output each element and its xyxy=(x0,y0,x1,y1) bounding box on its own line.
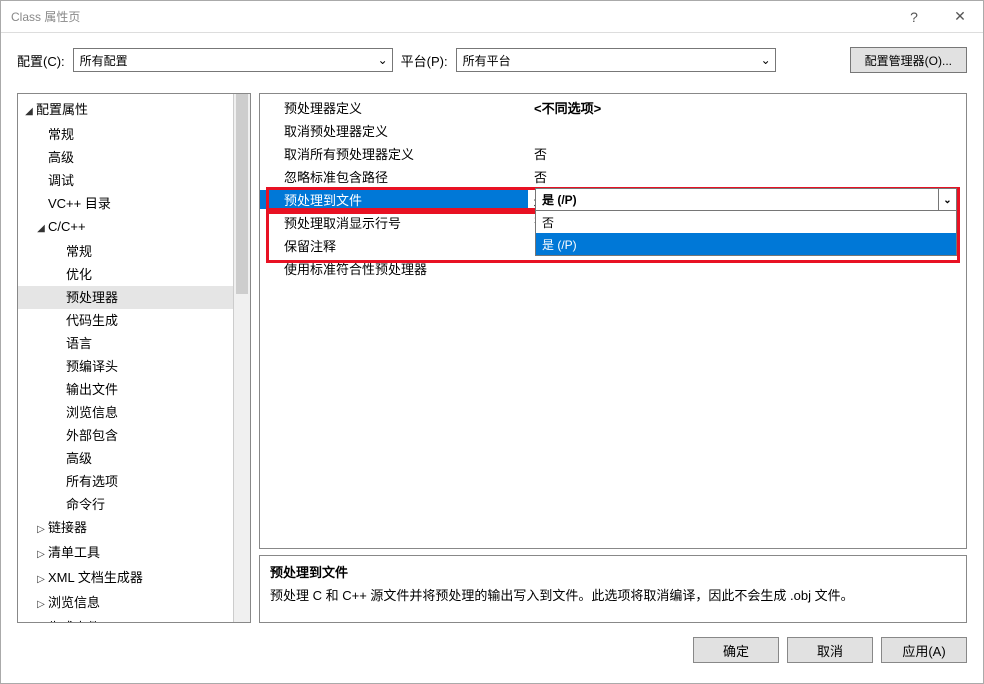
tree-node-linker[interactable]: ▷链接器 xyxy=(18,516,233,541)
prop-row-std-preprocessor[interactable]: 使用标准符合性预处理器 xyxy=(260,257,966,280)
scrollbar-thumb[interactable] xyxy=(236,94,248,294)
prop-row-undef[interactable]: 取消预处理器定义 xyxy=(260,119,966,142)
titlebar: Class 属性页 ? ✕ xyxy=(1,1,983,33)
tree-node-cc-ext[interactable]: 外部包含 xyxy=(18,424,233,447)
config-value: 所有配置 xyxy=(80,52,128,69)
chevron-down-icon: ⌄ xyxy=(378,53,388,67)
tree-node-general[interactable]: 常规 xyxy=(18,123,233,146)
caret-right-icon: ▷ xyxy=(34,593,48,616)
dropdown-selected[interactable]: 是 (/P) ⌄ xyxy=(536,189,956,211)
property-grid: 预处理器定义 <不同选项> 取消预处理器定义 取消所有预处理器定义 否 忽略标准… xyxy=(259,93,967,549)
tree-node-cc-out[interactable]: 输出文件 xyxy=(18,378,233,401)
chevron-down-icon[interactable]: ⌄ xyxy=(938,189,956,211)
tree-node-manifest[interactable]: ▷清单工具 xyxy=(18,541,233,566)
tree-node-cc-cmd[interactable]: 命令行 xyxy=(18,493,233,516)
caret-down-icon: ◢ xyxy=(34,217,48,240)
tree-node-advanced[interactable]: 高级 xyxy=(18,146,233,169)
tree: ◢配置属性 常规 高级 调试 VC++ 目录 ◢C/C++ 常规 优化 预处理器… xyxy=(18,94,233,622)
description-panel: 预处理到文件 预处理 C 和 C++ 源文件并将预处理的输出写入到文件。此选项将… xyxy=(259,555,967,623)
prop-row-undef-all[interactable]: 取消所有预处理器定义 否 xyxy=(260,142,966,165)
tree-node-browse[interactable]: ▷浏览信息 xyxy=(18,591,233,616)
caret-right-icon: ▷ xyxy=(34,618,48,622)
main-area: ◢配置属性 常规 高级 调试 VC++ 目录 ◢C/C++ 常规 优化 预处理器… xyxy=(17,93,967,623)
tree-node-cc-adv[interactable]: 高级 xyxy=(18,447,233,470)
right-panel: 预处理器定义 <不同选项> 取消预处理器定义 取消所有预处理器定义 否 忽略标准… xyxy=(259,93,967,623)
prop-row-ignore-std-include[interactable]: 忽略标准包含路径 否 xyxy=(260,165,966,188)
tree-body: ◢配置属性 常规 高级 调试 VC++ 目录 ◢C/C++ 常规 优化 预处理器… xyxy=(18,94,233,622)
cancel-button[interactable]: 取消 xyxy=(787,637,873,663)
preprocess-dropdown[interactable]: 是 (/P) ⌄ 否 是 (/P) xyxy=(535,188,957,256)
prop-row-preprocessor-definitions[interactable]: 预处理器定义 <不同选项> xyxy=(260,96,966,119)
tree-node-xml[interactable]: ▷XML 文档生成器 xyxy=(18,566,233,591)
help-button[interactable]: ? xyxy=(891,1,937,33)
desc-title: 预处理到文件 xyxy=(270,562,956,581)
platform-value: 所有平台 xyxy=(463,52,511,69)
dropdown-list: 否 是 (/P) xyxy=(536,211,956,255)
tree-node-cc-opt[interactable]: 优化 xyxy=(18,263,233,286)
chevron-down-icon: ⌄ xyxy=(761,53,771,67)
tree-node-vcpp[interactable]: VC++ 目录 xyxy=(18,192,233,215)
config-combo[interactable]: 所有配置 ⌄ xyxy=(73,48,393,72)
tree-scrollbar[interactable] xyxy=(233,94,250,622)
tree-node-cc-general[interactable]: 常规 xyxy=(18,240,233,263)
caret-right-icon: ▷ xyxy=(34,518,48,541)
tree-node-cc-prep[interactable]: 预处理器 xyxy=(18,286,233,309)
tree-panel: ◢配置属性 常规 高级 调试 VC++ 目录 ◢C/C++ 常规 优化 预处理器… xyxy=(17,93,251,623)
config-manager-button[interactable]: 配置管理器(O)... xyxy=(850,47,967,73)
tree-node-root[interactable]: ◢配置属性 xyxy=(18,98,233,123)
tree-node-cc-lang[interactable]: 语言 xyxy=(18,332,233,355)
platform-label: 平台(P): xyxy=(401,51,448,70)
tree-node-cc-codegen[interactable]: 代码生成 xyxy=(18,309,233,332)
tree-node-cc-all[interactable]: 所有选项 xyxy=(18,470,233,493)
tree-node-ccpp[interactable]: ◢C/C++ xyxy=(18,215,233,240)
window-title: Class 属性页 xyxy=(11,8,891,25)
caret-right-icon: ▷ xyxy=(34,568,48,591)
dropdown-option-yes[interactable]: 是 (/P) xyxy=(536,233,956,255)
tree-node-buildevt[interactable]: ▷生成事件 xyxy=(18,616,233,622)
config-toolbar: 配置(C): 所有配置 ⌄ 平台(P): 所有平台 ⌄ 配置管理器(O)... xyxy=(1,33,983,79)
dropdown-option-no[interactable]: 否 xyxy=(536,211,956,233)
config-label: 配置(C): xyxy=(17,51,65,70)
tree-node-cc-pch[interactable]: 预编译头 xyxy=(18,355,233,378)
close-button[interactable]: ✕ xyxy=(937,1,983,33)
caret-right-icon: ▷ xyxy=(34,543,48,566)
apply-button[interactable]: 应用(A) xyxy=(881,637,967,663)
dialog-buttons: 确定 取消 应用(A) xyxy=(1,623,983,677)
platform-combo[interactable]: 所有平台 ⌄ xyxy=(456,48,776,72)
tree-node-debug[interactable]: 调试 xyxy=(18,169,233,192)
ok-button[interactable]: 确定 xyxy=(693,637,779,663)
caret-down-icon: ◢ xyxy=(22,100,36,123)
desc-text: 预处理 C 和 C++ 源文件并将预处理的输出写入到文件。此选项将取消编译，因此… xyxy=(270,585,956,604)
tree-node-cc-browse[interactable]: 浏览信息 xyxy=(18,401,233,424)
